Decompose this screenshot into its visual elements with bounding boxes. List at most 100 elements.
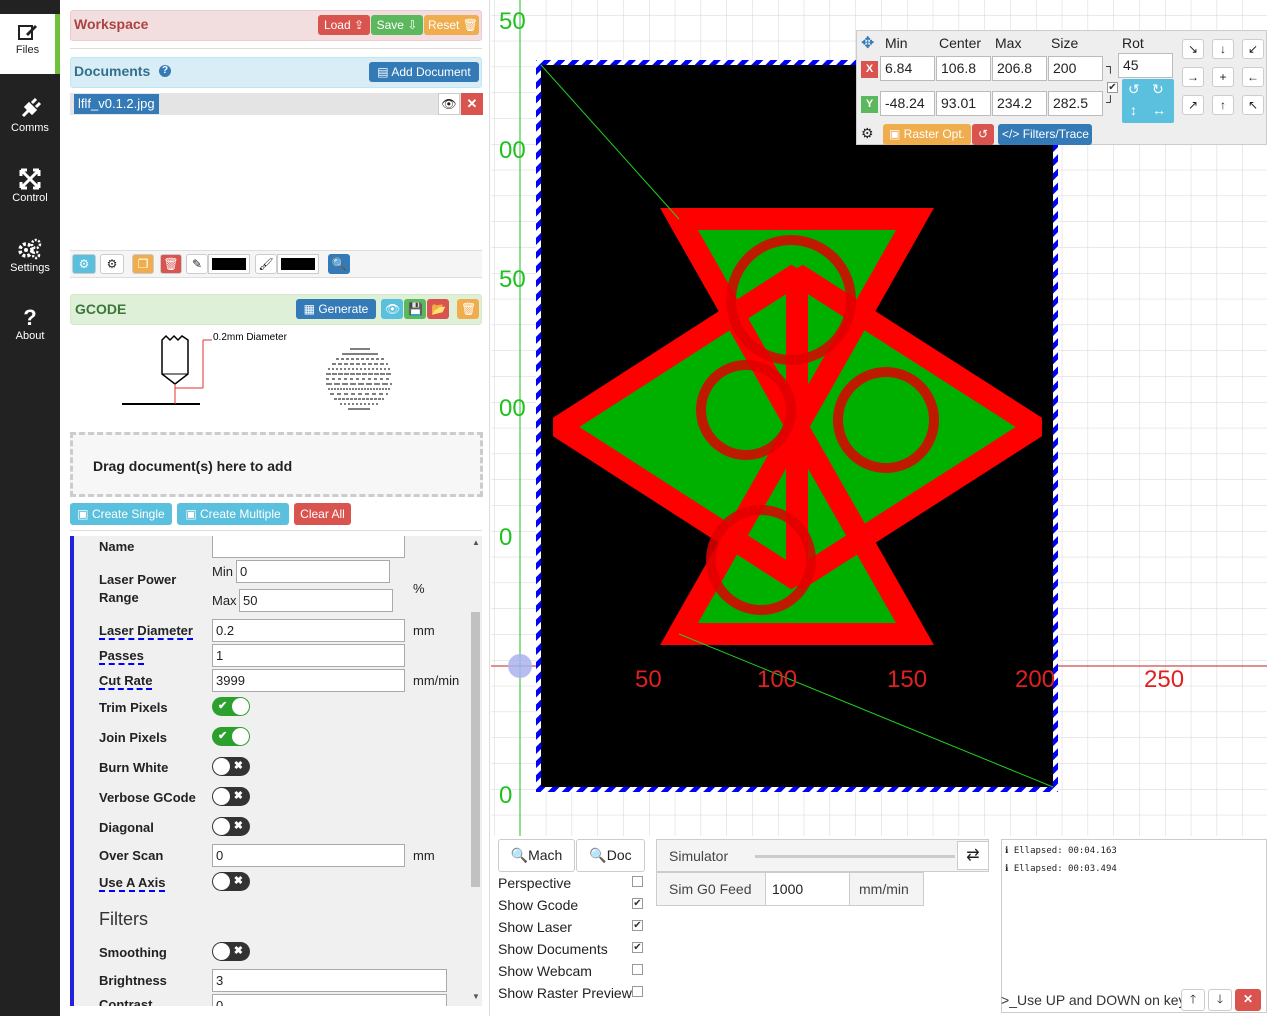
move-icon[interactable]: ✥ (861, 33, 874, 53)
clear-gcode-icon[interactable]: 🗑 (457, 299, 479, 319)
x-axis-badge: X (861, 61, 878, 78)
save-button[interactable]: Save ⇩ (371, 15, 423, 35)
x-center-input[interactable]: 106.8 (936, 56, 991, 81)
align-bottom-icon[interactable]: ↑ (1212, 95, 1234, 115)
laser-diameter-input[interactable]: 0.2 (212, 619, 405, 642)
passes-input[interactable]: 1 (212, 644, 405, 667)
contrast-input[interactable]: 0 (212, 994, 447, 1006)
link-bottom-icon: ┘ (1106, 95, 1115, 109)
show-documents-checkbox[interactable]: ✔ (632, 942, 643, 953)
create-single-button[interactable]: ▣ Create Single (70, 503, 172, 525)
align-top-right-icon[interactable]: ↙ (1242, 39, 1264, 59)
save-gcode-icon[interactable]: 💾 (404, 299, 426, 319)
command-input[interactable]: >_Use UP and DOWN on key (1001, 988, 1181, 1012)
add-document-button[interactable]: ▤ Add Document (369, 62, 479, 82)
fill-color-swatch[interactable] (277, 254, 319, 274)
reset-raster-icon[interactable]: ↺ (972, 124, 994, 145)
rotate-cw-icon[interactable]: ↻ (1152, 81, 1164, 98)
view-gcode-icon[interactable]: 👁 (381, 299, 403, 319)
trash-icon[interactable]: 🗑 (160, 254, 182, 274)
pencil-icon[interactable]: ✎ (186, 254, 208, 274)
create-multiple-button[interactable]: ▣ Create Multiple (177, 503, 289, 525)
align-top-icon[interactable]: ↓ (1212, 39, 1234, 59)
scrollbar-thumb[interactable] (471, 612, 480, 887)
remove-document-icon[interactable]: ✕ (461, 93, 483, 115)
x-size-input[interactable]: 200 (1048, 56, 1103, 81)
brush-icon[interactable]: 🖌 (255, 254, 277, 274)
align-bottom-left-icon[interactable]: ↗ (1182, 95, 1204, 115)
perspective-checkbox[interactable] (632, 876, 643, 887)
nav-settings[interactable]: Settings (0, 230, 60, 292)
clear-all-button[interactable]: Clear All (294, 503, 351, 525)
nav-comms[interactable]: Comms (0, 90, 60, 152)
stroke-color-swatch[interactable] (208, 254, 250, 274)
nav-about[interactable]: ? About (0, 300, 60, 362)
name-input[interactable] (212, 536, 405, 558)
lock-ratio-checkbox[interactable]: ✔ (1107, 82, 1118, 93)
raster-options-button[interactable]: ▣ Raster Opt. (883, 124, 971, 145)
join-pixels-toggle[interactable]: ✔ (212, 727, 250, 746)
show-gcode-checkbox[interactable]: ✔ (632, 898, 643, 909)
verbose-gcode-toggle[interactable]: ✖ (212, 787, 250, 806)
gear-icon[interactable]: ⚙ (861, 125, 874, 142)
nav-files[interactable]: Files (0, 14, 60, 74)
document-row[interactable]: lflf_v0.1.2.jpg 👁 ✕ (70, 93, 483, 115)
align-center-icon[interactable]: + (1212, 67, 1234, 87)
scroll-up-icon[interactable]: ▲ (472, 538, 480, 547)
y-size-input[interactable]: 282.5 (1048, 91, 1103, 116)
smoothing-toggle[interactable]: ✖ (212, 942, 250, 961)
over-scan-input[interactable]: 0 (212, 844, 405, 867)
cut-rate-label: Cut Rate (99, 673, 153, 690)
align-right-icon[interactable]: ← (1242, 67, 1264, 87)
align-bottom-right-icon[interactable]: ↖ (1242, 95, 1264, 115)
power-max-input[interactable]: 50 (239, 589, 393, 612)
nav-control[interactable]: Control (0, 160, 60, 222)
load-button[interactable]: Load ⇪ (318, 15, 370, 35)
eye-icon[interactable]: 👁 (438, 93, 460, 115)
generate-button[interactable]: ▦ Generate (296, 299, 376, 319)
align-top-left-icon[interactable]: ↘ (1182, 39, 1204, 59)
clear-console-icon[interactable]: ✕ (1235, 989, 1261, 1011)
history-up-icon[interactable]: 🡑 (1181, 989, 1205, 1011)
trim-pixels-toggle[interactable]: ✔ (212, 697, 250, 716)
search-icon[interactable]: 🔍 (328, 254, 350, 274)
nav-control-label: Control (12, 192, 48, 204)
rotation-input[interactable]: 45 (1118, 53, 1173, 78)
select-all-icon[interactable]: ⚙ (72, 254, 96, 274)
workspace-viewport[interactable]: 50 100 150 200 250 50 00 50 00 0 0 ✥ Min… (491, 0, 1267, 836)
show-laser-checkbox[interactable]: ✔ (632, 920, 643, 931)
form-scrollbar[interactable]: ▲ ▼ (469, 536, 482, 1006)
burn-white-toggle[interactable]: ✖ (212, 757, 250, 776)
simulator-slider[interactable] (755, 855, 955, 858)
show-raster-preview-checkbox[interactable] (632, 986, 643, 997)
align-left-icon[interactable]: → (1182, 67, 1204, 87)
select-none-icon[interactable]: ⚙ (100, 254, 124, 274)
doc-view-button[interactable]: 🔍Doc (576, 839, 645, 872)
brightness-input[interactable]: 3 (212, 969, 447, 992)
use-a-axis-toggle[interactable]: ✖ (212, 872, 250, 891)
rotate-ccw-icon[interactable]: ↺ (1128, 81, 1140, 98)
reset-button[interactable]: Reset 🗑 (424, 15, 479, 35)
diagonal-toggle[interactable]: ✖ (212, 817, 250, 836)
copy-icon[interactable]: ❐ (132, 254, 154, 274)
drop-zone[interactable]: Drag document(s) here to add (70, 432, 483, 497)
help-icon[interactable]: ? (159, 65, 171, 77)
power-min-input[interactable]: 0 (236, 560, 390, 583)
filters-trace-button[interactable]: </> Filters/Trace (998, 124, 1092, 145)
open-gcode-icon[interactable]: 📂 (427, 299, 449, 319)
x-max-input[interactable]: 206.8 (992, 56, 1047, 81)
y-min-input[interactable]: -48.24 (880, 91, 935, 116)
history-down-icon[interactable]: 🡓 (1208, 989, 1232, 1011)
flip-vertical-icon[interactable]: ↕ (1130, 102, 1137, 118)
x-min-input[interactable]: 6.84 (880, 56, 935, 81)
show-webcam-checkbox[interactable] (632, 964, 643, 975)
y-center-input[interactable]: 93.01 (936, 91, 991, 116)
cut-rate-input[interactable]: 3999 (212, 669, 405, 692)
sim-feed-input[interactable]: 1000 (765, 873, 850, 905)
simulator-swap-icon[interactable]: ⇄ (957, 841, 989, 870)
mach-view-button[interactable]: 🔍Mach (498, 839, 575, 872)
document-name[interactable]: lflf_v0.1.2.jpg (74, 94, 159, 114)
flip-horizontal-icon[interactable]: ↔ (1152, 102, 1166, 118)
scroll-down-icon[interactable]: ▼ (472, 992, 480, 1001)
y-max-input[interactable]: 234.2 (992, 91, 1047, 116)
